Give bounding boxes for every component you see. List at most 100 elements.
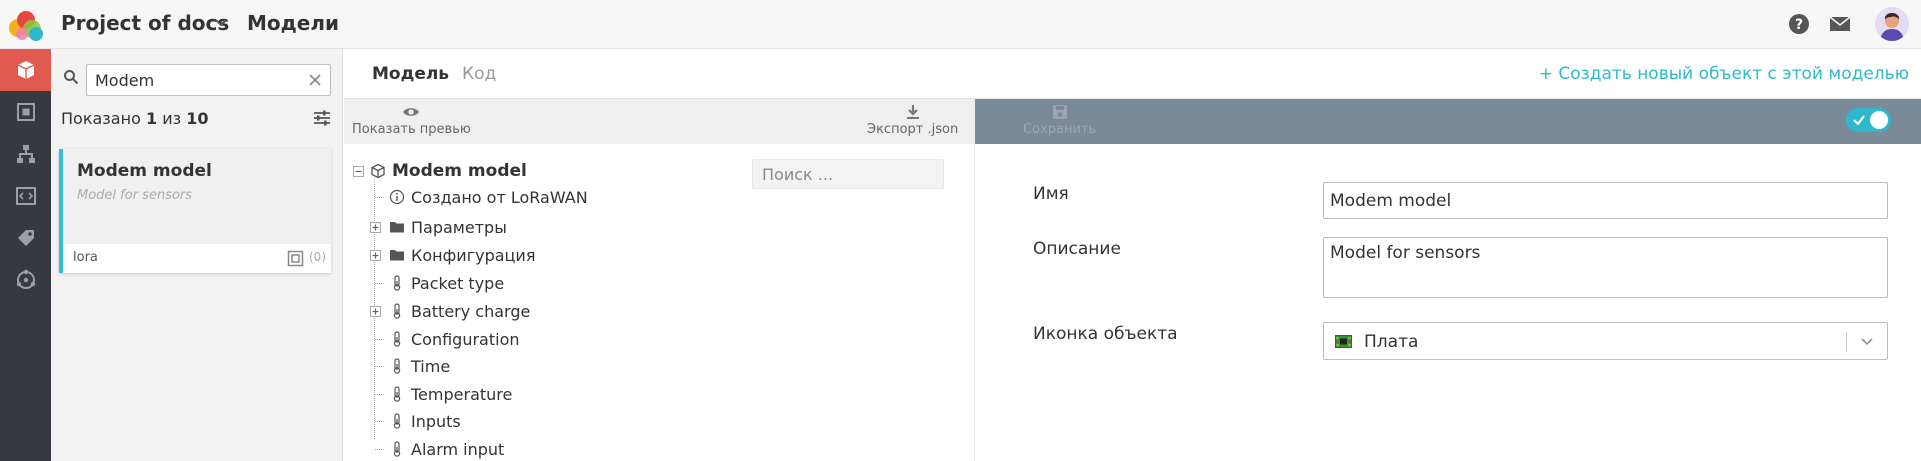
export-json-label: Экспорт .json (867, 122, 959, 137)
search-box (86, 64, 331, 96)
chevron-down-icon[interactable] (1859, 334, 1875, 350)
rail-item-code[interactable] (0, 175, 51, 217)
expand-icon[interactable] (370, 222, 381, 233)
thermometer-icon (393, 358, 401, 374)
thermometer-icon (393, 413, 401, 429)
model-properties-form: Имя Описание Model for sensors Иконка об… (975, 144, 1921, 461)
tree-guide (375, 366, 385, 367)
name-field[interactable] (1323, 182, 1888, 219)
unused-10 (267, 144, 278, 155)
card-description: Model for sensors (77, 188, 193, 203)
rail-item-tags[interactable] (0, 217, 51, 259)
tree-node-root[interactable]: Modem model (370, 159, 527, 183)
unused-11 (256, 144, 267, 155)
tree-node[interactable]: Создано от LoRaWAN (389, 185, 588, 209)
network-icon (16, 269, 35, 289)
tree-node-label: Конфигурация (411, 245, 536, 265)
tree-node[interactable]: Inputs (389, 409, 461, 433)
results-count-of: из (162, 109, 182, 128)
tree-guide (375, 339, 385, 340)
unused-9 (278, 144, 289, 155)
model-tree: Modem model Создано от LoRaWAN Параметры… (344, 144, 975, 461)
code-icon (15, 187, 36, 205)
tree-node[interactable]: Alarm input (389, 437, 504, 461)
search-panel: Показано 1 из 10 Modem model Model for s… (51, 49, 343, 461)
help-icon[interactable]: ? (1788, 13, 1810, 35)
save-button[interactable]: Сохранить (1023, 104, 1096, 137)
app-logo[interactable] (6, 8, 46, 42)
filter-settings-icon[interactable] (313, 109, 331, 127)
mail-icon[interactable] (1829, 15, 1851, 33)
avatar[interactable] (1875, 7, 1909, 41)
eye-icon (403, 108, 420, 116)
thermometer-icon (393, 303, 401, 319)
thermometer-icon (393, 386, 401, 402)
thermometer-icon (393, 331, 401, 347)
expand-icon[interactable] (370, 306, 381, 317)
search-icon (64, 70, 79, 85)
rail-item-network[interactable] (0, 259, 51, 301)
toggle-knob (1870, 111, 1888, 129)
save-label: Сохранить (1023, 122, 1097, 137)
objects-icon (287, 250, 304, 267)
unused-6 (144, 144, 155, 155)
model-tabs: Модель Код + Создать новый объект с этой… (344, 49, 1921, 99)
create-object-link[interactable]: + Создать новый объект с этой моделью (1539, 64, 1909, 84)
svg-text:?: ? (1795, 17, 1803, 33)
rail-item-models[interactable] (0, 49, 51, 91)
tree-node[interactable]: Configuration (389, 327, 520, 351)
unused-3 (343, 144, 354, 155)
description-label: Описание (1033, 239, 1121, 259)
tree-node-label: Packet type (411, 273, 505, 293)
tree-root-collapse-icon[interactable] (353, 166, 364, 177)
tree-node[interactable]: Temperature (389, 382, 512, 406)
tree-node-label: Battery charge (411, 301, 531, 321)
search-input[interactable] (95, 69, 295, 91)
tree-toolbar: Показать превью Экспорт .json (344, 99, 975, 144)
tab-model[interactable]: Модель (372, 64, 449, 84)
expand-icon[interactable] (370, 250, 381, 261)
results-count-shown: 1 (145, 109, 158, 128)
card-title: Modem model (77, 161, 212, 181)
export-json-button[interactable]: Экспорт .json (867, 104, 958, 137)
tree-node[interactable]: Конфигурация (389, 243, 535, 267)
tree-guide (375, 449, 385, 450)
tag-icon (17, 230, 34, 246)
tree-guide (375, 197, 385, 198)
show-preview-label: Показать превью (352, 122, 471, 137)
tree-node-label: Time (411, 356, 451, 376)
unused (343, 45, 354, 56)
project-title[interactable]: Project of docs (61, 11, 229, 35)
download-icon (906, 105, 919, 119)
tree-search-input[interactable] (752, 159, 944, 189)
name-label: Имя (1033, 184, 1069, 204)
object-icon-value: Плата (1364, 332, 1419, 352)
show-preview-button[interactable]: Показать превью (352, 104, 471, 137)
select-separator (1846, 332, 1847, 352)
tree-node[interactable]: Параметры (389, 215, 507, 239)
tab-code[interactable]: Код (462, 64, 496, 84)
tree-node-label: Параметры (411, 217, 507, 237)
circuit-board-icon (1335, 335, 1352, 348)
tree-node[interactable]: Time (389, 354, 450, 378)
cube-icon (371, 163, 385, 179)
tree-node[interactable]: Packet type (389, 271, 504, 295)
edit-mode-toggle[interactable] (1846, 108, 1891, 132)
unused-7 (44, 144, 55, 155)
description-field[interactable]: Model for sensors (1323, 237, 1888, 298)
check-icon (1853, 115, 1865, 126)
close-icon[interactable] (307, 72, 323, 88)
tree-node[interactable]: Battery charge (389, 299, 530, 323)
tree-guide (375, 394, 385, 395)
rail-item-objects[interactable] (0, 91, 51, 133)
unused-8 (289, 144, 300, 155)
results-count-prefix: Показано (61, 109, 141, 128)
card-tag: lora (73, 250, 98, 265)
thermometer-icon (393, 441, 401, 457)
object-icon-select[interactable]: Плата (1323, 322, 1888, 360)
folder-icon (390, 250, 404, 261)
chevron-down-icon[interactable] (213, 15, 229, 31)
unused-12 (245, 144, 256, 155)
model-card[interactable]: Modem model Model for sensors lora (0) (59, 149, 331, 273)
tree-node-label: Alarm input (411, 439, 505, 459)
